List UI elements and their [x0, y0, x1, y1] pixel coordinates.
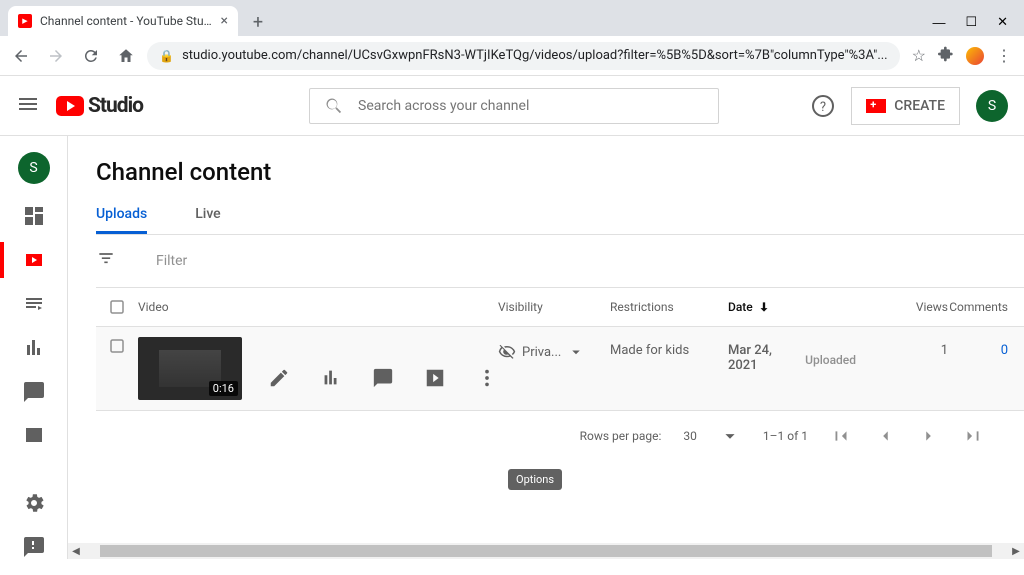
select-all-checkbox[interactable]: [96, 298, 138, 316]
bookmark-icon[interactable]: ☆: [912, 46, 926, 65]
dashboard-nav-icon[interactable]: [22, 204, 46, 228]
tooltip: Options: [508, 469, 562, 490]
url-text: studio.youtube.com/channel/UCsvGxwpnFRsN…: [182, 48, 888, 63]
new-tab-button[interactable]: +: [244, 8, 272, 36]
maximize-button[interactable]: ☐: [965, 14, 977, 30]
search-input[interactable]: [358, 98, 704, 114]
settings-nav-icon[interactable]: [22, 491, 46, 515]
browser-menu-icon[interactable]: ⋮: [996, 46, 1012, 65]
extensions-icon[interactable]: [938, 46, 954, 66]
sort-desc-icon: [757, 300, 771, 314]
rows-per-page-select[interactable]: 30: [683, 425, 741, 447]
rows-per-page-label: Rows per page:: [580, 429, 662, 443]
app-header: Studio ? CREATE S: [0, 76, 1024, 136]
youtube-logo-icon: [56, 96, 84, 116]
forward-button[interactable]: [43, 42, 70, 70]
visibility-text: Priva...: [522, 345, 561, 360]
create-button[interactable]: CREATE: [851, 87, 960, 125]
browser-tab[interactable]: Channel content - YouTube Studi ×: [8, 6, 238, 36]
close-window-button[interactable]: ✕: [997, 14, 1008, 30]
next-page-icon[interactable]: [918, 425, 940, 447]
col-restrictions[interactable]: Restrictions: [610, 300, 728, 314]
help-button[interactable]: ?: [811, 94, 835, 118]
scroll-right-icon[interactable]: ▶: [1008, 543, 1024, 559]
visibility-cell[interactable]: Priva...: [498, 337, 610, 361]
horizontal-scrollbar[interactable]: ◀ ▶: [68, 543, 1024, 559]
row-actions: [268, 337, 498, 400]
search-icon: [324, 96, 344, 116]
col-date[interactable]: Date: [728, 300, 856, 314]
chevron-down-icon: [719, 425, 741, 447]
close-tab-icon[interactable]: ×: [221, 13, 228, 29]
back-button[interactable]: [8, 42, 35, 70]
extension-icon[interactable]: [966, 47, 984, 65]
comments-nav-icon[interactable]: [22, 380, 46, 404]
visibility-off-icon: [498, 343, 516, 361]
analytics-nav-icon[interactable]: [22, 336, 46, 360]
address-bar: 🔒 studio.youtube.com/channel/UCsvGxwpnFR…: [0, 36, 1024, 76]
window-controls: — ☐ ✕: [932, 14, 1024, 36]
first-page-icon[interactable]: [830, 425, 852, 447]
reload-button[interactable]: [78, 42, 105, 70]
page-range: 1–1 of 1: [763, 429, 808, 443]
sidebar: S: [0, 136, 68, 559]
comments-cell[interactable]: 0: [948, 337, 1008, 358]
lock-icon: 🔒: [159, 49, 174, 63]
youtube-favicon-icon: [18, 14, 32, 28]
search-box[interactable]: [309, 88, 719, 124]
pagination: Rows per page: 30 1–1 of 1: [96, 410, 1024, 461]
playlists-nav-icon[interactable]: [22, 292, 46, 316]
youtube-icon[interactable]: [424, 367, 446, 389]
create-label: CREATE: [894, 98, 945, 114]
home-button[interactable]: [112, 42, 139, 70]
date-cell: Mar 24, 2021 Uploaded: [728, 337, 856, 373]
views-cell: 1: [856, 337, 948, 358]
minimize-button[interactable]: —: [932, 15, 945, 30]
browser-tab-bar: Channel content - YouTube Studi × + — ☐ …: [0, 0, 1024, 36]
subtitles-nav-icon[interactable]: [22, 424, 46, 448]
analytics-icon[interactable]: [320, 367, 342, 389]
table-header: Video Visibility Restrictions Date Views…: [96, 288, 1024, 327]
col-visibility[interactable]: Visibility: [498, 300, 610, 314]
tab-live[interactable]: Live: [195, 198, 220, 234]
svg-text:?: ?: [820, 100, 826, 115]
tabs: Uploads Live: [96, 198, 1024, 235]
account-avatar[interactable]: S: [976, 90, 1008, 122]
options-icon[interactable]: [476, 367, 498, 389]
filter-icon: [96, 249, 116, 273]
filter-bar[interactable]: Filter: [96, 235, 1024, 288]
page-title: Channel content: [96, 136, 1024, 198]
col-video[interactable]: Video: [138, 300, 498, 314]
scrollbar-thumb[interactable]: [100, 545, 992, 557]
chevron-down-icon: [567, 343, 585, 361]
last-page-icon[interactable]: [962, 425, 984, 447]
col-comments[interactable]: Comments: [948, 300, 1008, 314]
filter-label: Filter: [156, 253, 187, 269]
studio-logo[interactable]: Studio: [56, 94, 143, 118]
tab-title: Channel content - YouTube Studi: [40, 14, 213, 28]
col-views[interactable]: Views: [856, 300, 948, 314]
logo-text: Studio: [88, 94, 143, 118]
comments-icon[interactable]: [372, 367, 394, 389]
video-duration: 0:16: [209, 381, 238, 396]
content-nav-icon[interactable]: [22, 248, 46, 272]
scroll-left-icon[interactable]: ◀: [68, 543, 84, 559]
camera-icon: [866, 99, 886, 113]
feedback-nav-icon[interactable]: [22, 535, 46, 559]
row-checkbox[interactable]: [96, 337, 138, 355]
table-row[interactable]: 0:16 Priva... Made for kids Mar 24, 2021…: [96, 327, 1024, 410]
tab-uploads[interactable]: Uploads: [96, 198, 147, 234]
url-box[interactable]: 🔒 studio.youtube.com/channel/UCsvGxwpnFR…: [147, 42, 900, 70]
menu-button[interactable]: [16, 92, 40, 120]
restrictions-cell: Made for kids: [610, 337, 728, 358]
video-thumbnail[interactable]: 0:16: [138, 337, 242, 400]
channel-avatar[interactable]: S: [18, 152, 50, 184]
prev-page-icon[interactable]: [874, 425, 896, 447]
edit-icon[interactable]: [268, 367, 290, 389]
main-content: Channel content Uploads Live Filter Vide…: [68, 136, 1024, 559]
